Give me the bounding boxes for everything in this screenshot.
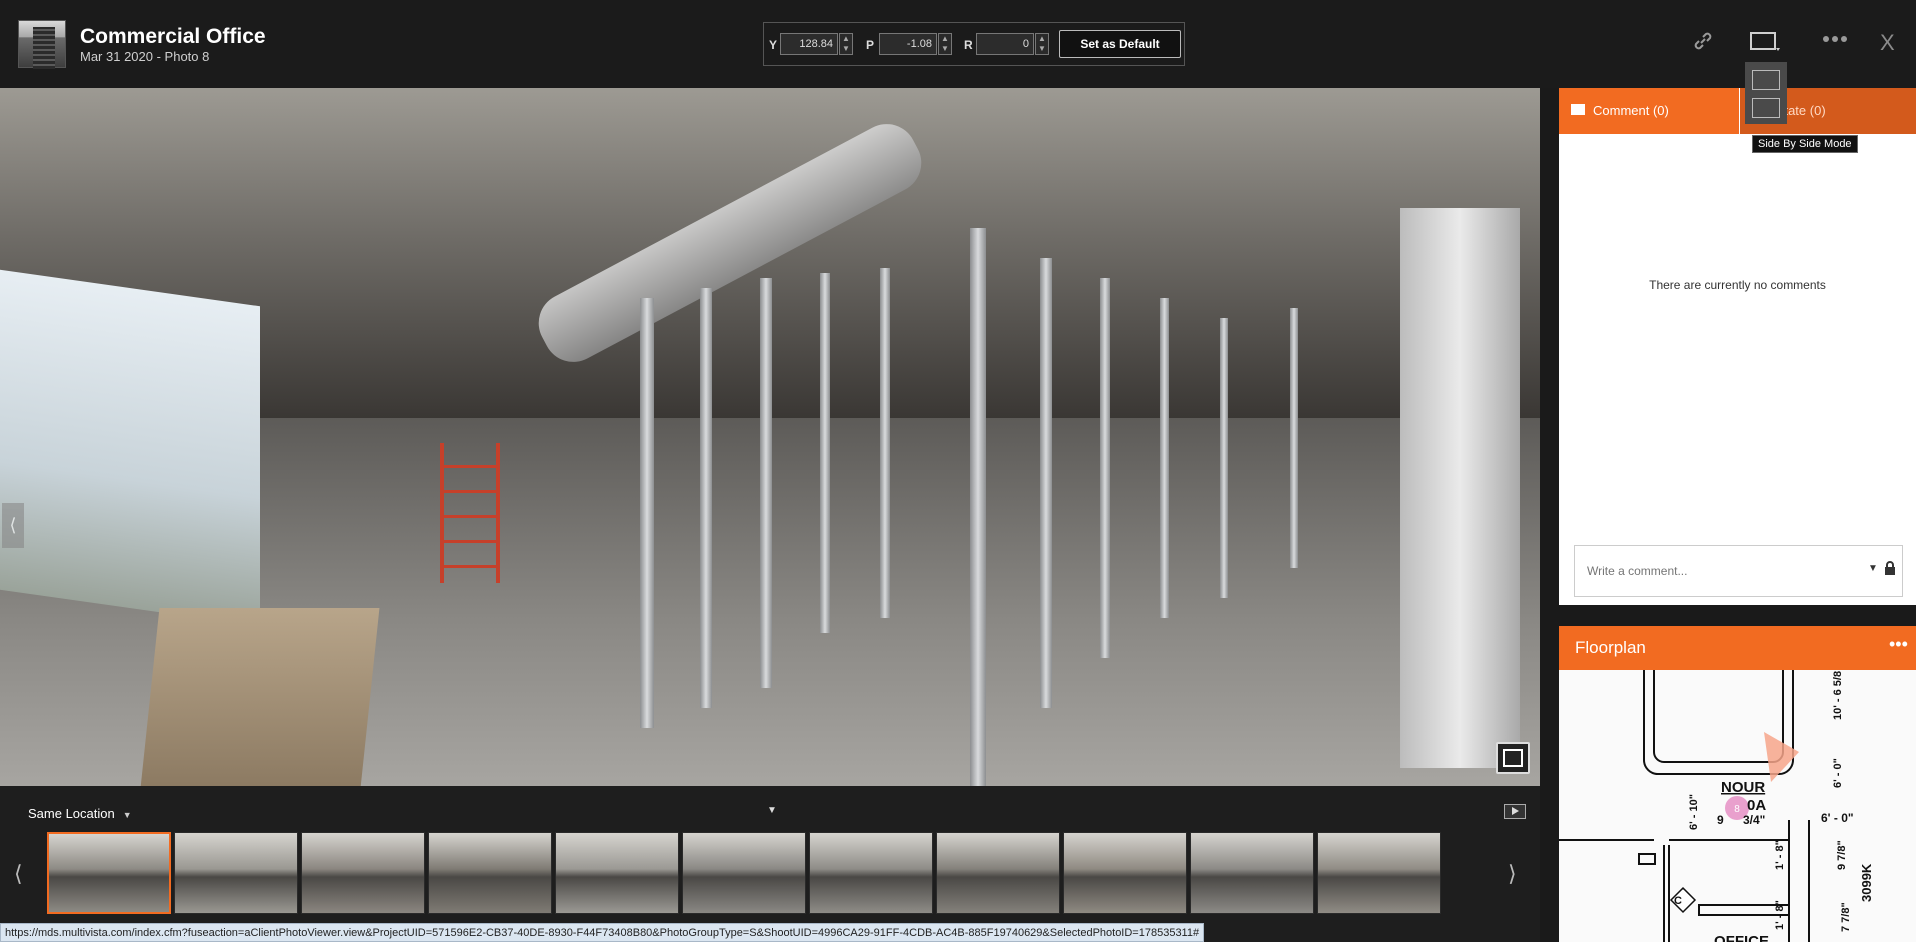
set-as-default-button[interactable]: Set as Default — [1059, 30, 1181, 58]
visibility-dropdown-icon[interactable]: ▼ — [1868, 563, 1878, 574]
tooltip: Side By Side Mode — [1752, 135, 1858, 153]
filmstrip: Same Location ▼ ▼ ⟨ ⟩ — [0, 786, 1540, 942]
floorplan-label: 10' - 6 5/8 — [1832, 671, 1844, 720]
floorplan-label: 9 7/8" — [1836, 840, 1848, 870]
yaw-field[interactable]: 128.84 — [780, 33, 838, 55]
slideshow-play-icon[interactable] — [1504, 804, 1526, 819]
floorplan-label: 6' - 0" — [1832, 758, 1844, 788]
previous-photo-button[interactable]: ⟨ — [2, 503, 24, 548]
panorama-viewer[interactable]: ⟨ ▶ — [0, 88, 1540, 786]
floorplan-label: 3099K — [1859, 863, 1874, 902]
comment-input[interactable] — [1575, 546, 1855, 596]
project-thumbnail — [18, 20, 66, 69]
chevron-down-icon: ▼ — [122, 810, 132, 820]
photo-subtitle: Mar 31 2020 - Photo 8 — [80, 49, 210, 64]
filmstrip-thumbnail[interactable] — [936, 832, 1060, 914]
filmstrip-thumbnail[interactable] — [555, 832, 679, 914]
comments-panel: Comment (0) notate (0) There are current… — [1559, 88, 1916, 605]
filmstrip-thumbnail[interactable] — [809, 832, 933, 914]
tab-comment[interactable]: Comment (0) — [1559, 88, 1739, 134]
filmstrip-prev-button[interactable]: ⟨ — [14, 861, 23, 887]
lock-icon[interactable] — [1884, 561, 1896, 575]
side-by-side-mode-option[interactable] — [1752, 98, 1780, 118]
tab-comment-label: Comment (0) — [1593, 103, 1669, 118]
floorplan-pin-number: 8 — [1734, 804, 1740, 815]
filmstrip-toggle-icon[interactable]: ▼ — [767, 805, 777, 816]
location-filter-dropdown[interactable]: Same Location ▼ — [28, 806, 132, 821]
compare-mode-option[interactable] — [1752, 70, 1780, 90]
filmstrip-next-button[interactable]: ⟩ — [1508, 861, 1517, 887]
floorplan-label: 6' - 10" — [1688, 794, 1700, 830]
pitch-field[interactable]: -1.08 — [879, 33, 937, 55]
floorplan-title: Floorplan — [1575, 638, 1646, 657]
thumbnail-list — [47, 832, 1495, 914]
pitch-label: P — [866, 38, 875, 52]
filmstrip-thumbnail[interactable] — [1317, 832, 1441, 914]
comment-icon — [1571, 104, 1585, 115]
more-icon[interactable] — [1822, 28, 1848, 56]
floorplan-label: 1' - 8" — [1774, 840, 1786, 870]
ypr-controls: Y 128.84 ▲ ▼ P -1.08 ▲ ▼ R 0 ▲ ▼ Set as Def… — [763, 22, 1185, 66]
floorplan-label: 6' - 0" — [1821, 811, 1854, 825]
comment-box: ▼ — [1574, 545, 1903, 597]
link-icon[interactable] — [1692, 30, 1714, 58]
project-title: Commercial Office — [80, 25, 266, 48]
roll-spinner[interactable]: ▲ ▼ — [1035, 33, 1049, 55]
floorplan-more-icon[interactable]: ••• — [1889, 634, 1908, 655]
filmstrip-thumbnail[interactable] — [301, 832, 425, 914]
status-bar-url: https://mds.multivista.com/index.cfm?fus… — [0, 923, 1205, 942]
close-button[interactable]: X — [1880, 30, 1895, 56]
filmstrip-thumbnail[interactable] — [47, 832, 171, 914]
fullscreen-button[interactable] — [1496, 742, 1530, 774]
floorplan-map[interactable]: 8 NOUR 0A 9 3/4" 6' - 0" OFFICE C 6' - 1… — [1559, 670, 1916, 942]
floorplan-label: C — [1674, 895, 1682, 907]
yaw-label: Y — [769, 38, 778, 52]
no-comments-message: There are currently no comments — [1649, 278, 1826, 292]
floorplan-label: NOUR — [1721, 779, 1765, 796]
filmstrip-thumbnail[interactable] — [428, 832, 552, 914]
floorplan-header: Floorplan ••• — [1559, 626, 1916, 670]
floorplan-label: 3/4" — [1743, 813, 1765, 827]
pitch-spinner[interactable]: ▲ ▼ — [938, 33, 952, 55]
floorplan-label: OFFICE — [1714, 933, 1769, 942]
yaw-spinner[interactable]: ▲ ▼ — [839, 33, 853, 55]
floorplan-label: 7 7/8" — [1840, 902, 1852, 932]
floorplan-label: 0A — [1747, 797, 1766, 814]
filmstrip-thumbnail[interactable] — [1190, 832, 1314, 914]
floorplan-label: 1' - 8" — [1774, 900, 1786, 930]
filmstrip-thumbnail[interactable] — [1063, 832, 1187, 914]
top-bar: Commercial Office Mar 31 2020 - Photo 8 … — [0, 0, 1916, 88]
filmstrip-thumbnail[interactable] — [174, 832, 298, 914]
roll-label: R — [964, 38, 973, 52]
view-mode-icon[interactable] — [1750, 30, 1782, 58]
location-filter-label: Same Location — [28, 806, 115, 821]
filmstrip-thumbnail[interactable] — [682, 832, 806, 914]
view-mode-menu — [1745, 62, 1787, 124]
roll-field[interactable]: 0 — [976, 33, 1034, 55]
floorplan-label: 9 — [1717, 813, 1724, 827]
